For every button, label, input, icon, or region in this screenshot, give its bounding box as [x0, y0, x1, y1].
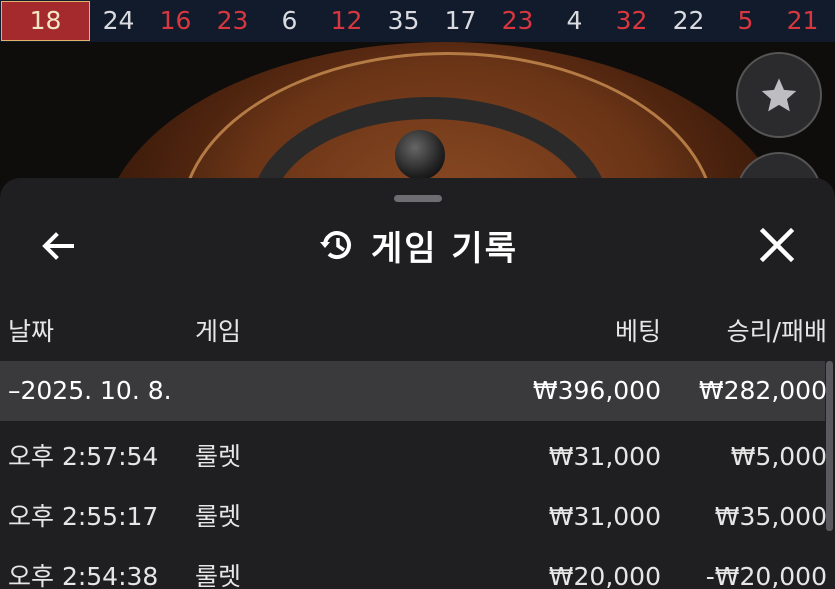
header-date: 날짜	[8, 317, 55, 346]
close-button[interactable]	[756, 224, 798, 266]
scrollbar[interactable]	[826, 361, 833, 531]
row-result: -₩20,000	[705, 562, 827, 589]
header-result: 승리/패배	[726, 317, 827, 346]
table-row[interactable]: 오후 2:54:38 룰렛 ₩20,000 -₩20,000	[0, 547, 835, 589]
recent-number: 17	[444, 6, 477, 35]
row-bet: ₩31,000	[548, 442, 661, 471]
close-icon	[759, 227, 795, 263]
row-bet: ₩20,000	[548, 562, 661, 589]
row-result: ₩35,000	[714, 502, 827, 531]
recent-number: 16	[159, 6, 192, 35]
header-bet: 베팅	[614, 317, 661, 346]
recent-number: 23	[216, 6, 249, 35]
date-group-row[interactable]: –2025. 10. 8. ₩396,000 ₩282,000	[0, 361, 827, 421]
date-group-bet-total: ₩396,000	[532, 376, 661, 405]
sheet-title: 게임 기록	[371, 228, 518, 269]
recent-number: 24	[102, 6, 135, 35]
star-icon	[761, 78, 797, 112]
row-result: ₩5,000	[730, 442, 827, 471]
date-group-label: –2025. 10. 8.	[8, 376, 172, 405]
recent-number: 5	[737, 6, 754, 35]
sheet-drag-handle[interactable]	[394, 195, 442, 202]
recent-number: 23	[501, 6, 534, 35]
row-time: 오후 2:54:38	[8, 562, 159, 589]
row-game: 룰렛	[195, 502, 242, 531]
favorite-button[interactable]	[736, 52, 822, 138]
header-game: 게임	[195, 317, 242, 346]
date-group-result-total: ₩282,000	[698, 376, 827, 405]
recent-number-current: 18	[1, 1, 90, 41]
game-history-sheet: 게임 기록 날짜 게임 베팅 승리/패배 –2025. 10. 8. ₩396,…	[0, 178, 835, 589]
row-time: 오후 2:55:17	[8, 502, 159, 531]
row-game: 룰렛	[195, 562, 242, 589]
table-header: 날짜 게임 베팅 승리/패배	[0, 304, 835, 360]
recent-numbers-strip: 18 24 16 23 6 12 35 17 23 4 32 22 5 21	[0, 0, 835, 42]
row-bet: ₩31,000	[548, 502, 661, 531]
row-game: 룰렛	[195, 442, 242, 471]
recent-number: 4	[566, 6, 583, 35]
recent-number: 32	[615, 6, 648, 35]
recent-number: 12	[330, 6, 363, 35]
recent-number: 22	[672, 6, 705, 35]
recent-number: 35	[387, 6, 420, 35]
row-time: 오후 2:57:54	[8, 442, 159, 471]
history-icon	[320, 231, 351, 260]
recent-number: 6	[281, 6, 298, 35]
recent-number: 21	[786, 6, 819, 35]
sheet-header: 게임 기록	[0, 220, 835, 270]
roulette-spindle	[395, 130, 445, 180]
table-row[interactable]: 오후 2:57:54 룰렛 ₩31,000 ₩5,000	[0, 427, 835, 487]
table-row[interactable]: 오후 2:55:17 룰렛 ₩31,000 ₩35,000	[0, 487, 835, 547]
